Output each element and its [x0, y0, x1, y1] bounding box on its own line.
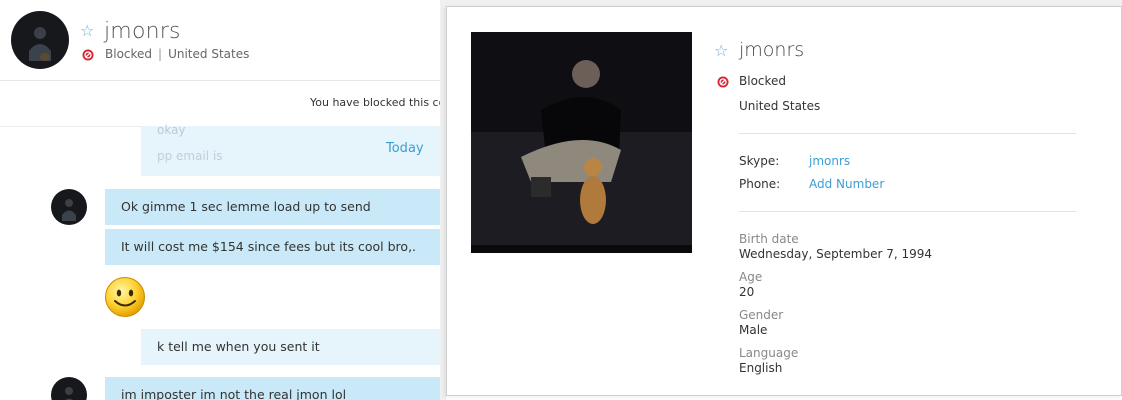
message-avatar[interactable] — [51, 189, 87, 225]
message-text: It will cost me $154 since fees but its … — [121, 239, 417, 254]
status-separator: | — [158, 47, 163, 61]
day-separator: Today — [386, 141, 424, 156]
blocked-notice-bar: You have blocked this co — [0, 81, 440, 127]
birth-date-value: Wednesday, September 7, 1994 — [739, 247, 933, 261]
conversation-header: ☆ jmonrs Blocked | United States — [0, 0, 440, 81]
message-bubble[interactable]: k tell me when you sent it — [141, 329, 440, 365]
previous-message-line1: okay — [157, 123, 186, 137]
blocked-notice-text: You have blocked this co — [310, 96, 440, 109]
message-bubble[interactable]: im imposter im not the real jmon lol — [105, 377, 440, 400]
add-number-link[interactable]: Add Number — [809, 177, 884, 191]
smiley-emoticon-icon — [105, 277, 145, 317]
profile-panel: ☆ jmonrs Blocked United States Skype: jm… — [446, 6, 1122, 396]
previous-message-line2: pp email is — [157, 149, 223, 163]
message-text: Ok gimme 1 sec lemme load up to send — [121, 199, 371, 214]
profile-photo[interactable] — [471, 32, 692, 253]
birth-date-label: Birth date — [739, 232, 799, 246]
status-country: United States — [168, 47, 250, 61]
blocked-icon — [82, 49, 94, 61]
language-value: English — [739, 361, 783, 375]
skype-label: Skype: — [739, 154, 780, 168]
divider — [739, 211, 1076, 212]
message-text: k tell me when you sent it — [157, 339, 320, 354]
skype-id-link[interactable]: jmonrs — [809, 154, 850, 168]
profile-blocked-icon — [717, 76, 729, 88]
message-text: im imposter im not the real jmon lol — [121, 387, 347, 400]
contact-avatar[interactable] — [11, 11, 69, 69]
status-text: Blocked — [105, 47, 153, 61]
message-avatar[interactable] — [51, 377, 87, 400]
profile-country: United States — [739, 99, 821, 113]
divider — [739, 133, 1076, 134]
favorite-star-icon[interactable]: ☆ — [80, 23, 94, 39]
gender-value: Male — [739, 323, 768, 337]
contact-name[interactable]: jmonrs — [104, 19, 181, 44]
age-value: 20 — [739, 285, 755, 299]
contact-status: Blocked | United States — [105, 47, 249, 61]
message-bubble[interactable]: It will cost me $154 since fees but its … — [105, 229, 440, 265]
profile-status: Blocked — [739, 74, 787, 88]
profile-name: jmonrs — [739, 39, 805, 61]
profile-favorite-star-icon[interactable]: ☆ — [714, 43, 728, 59]
conversation-pane: ☆ jmonrs Blocked | United States You have … — [0, 0, 440, 400]
message-bubble[interactable]: Ok gimme 1 sec lemme load up to send — [105, 189, 440, 225]
phone-label: Phone: — [739, 177, 781, 191]
gender-label: Gender — [739, 308, 784, 322]
age-label: Age — [739, 270, 763, 284]
language-label: Language — [739, 346, 799, 360]
